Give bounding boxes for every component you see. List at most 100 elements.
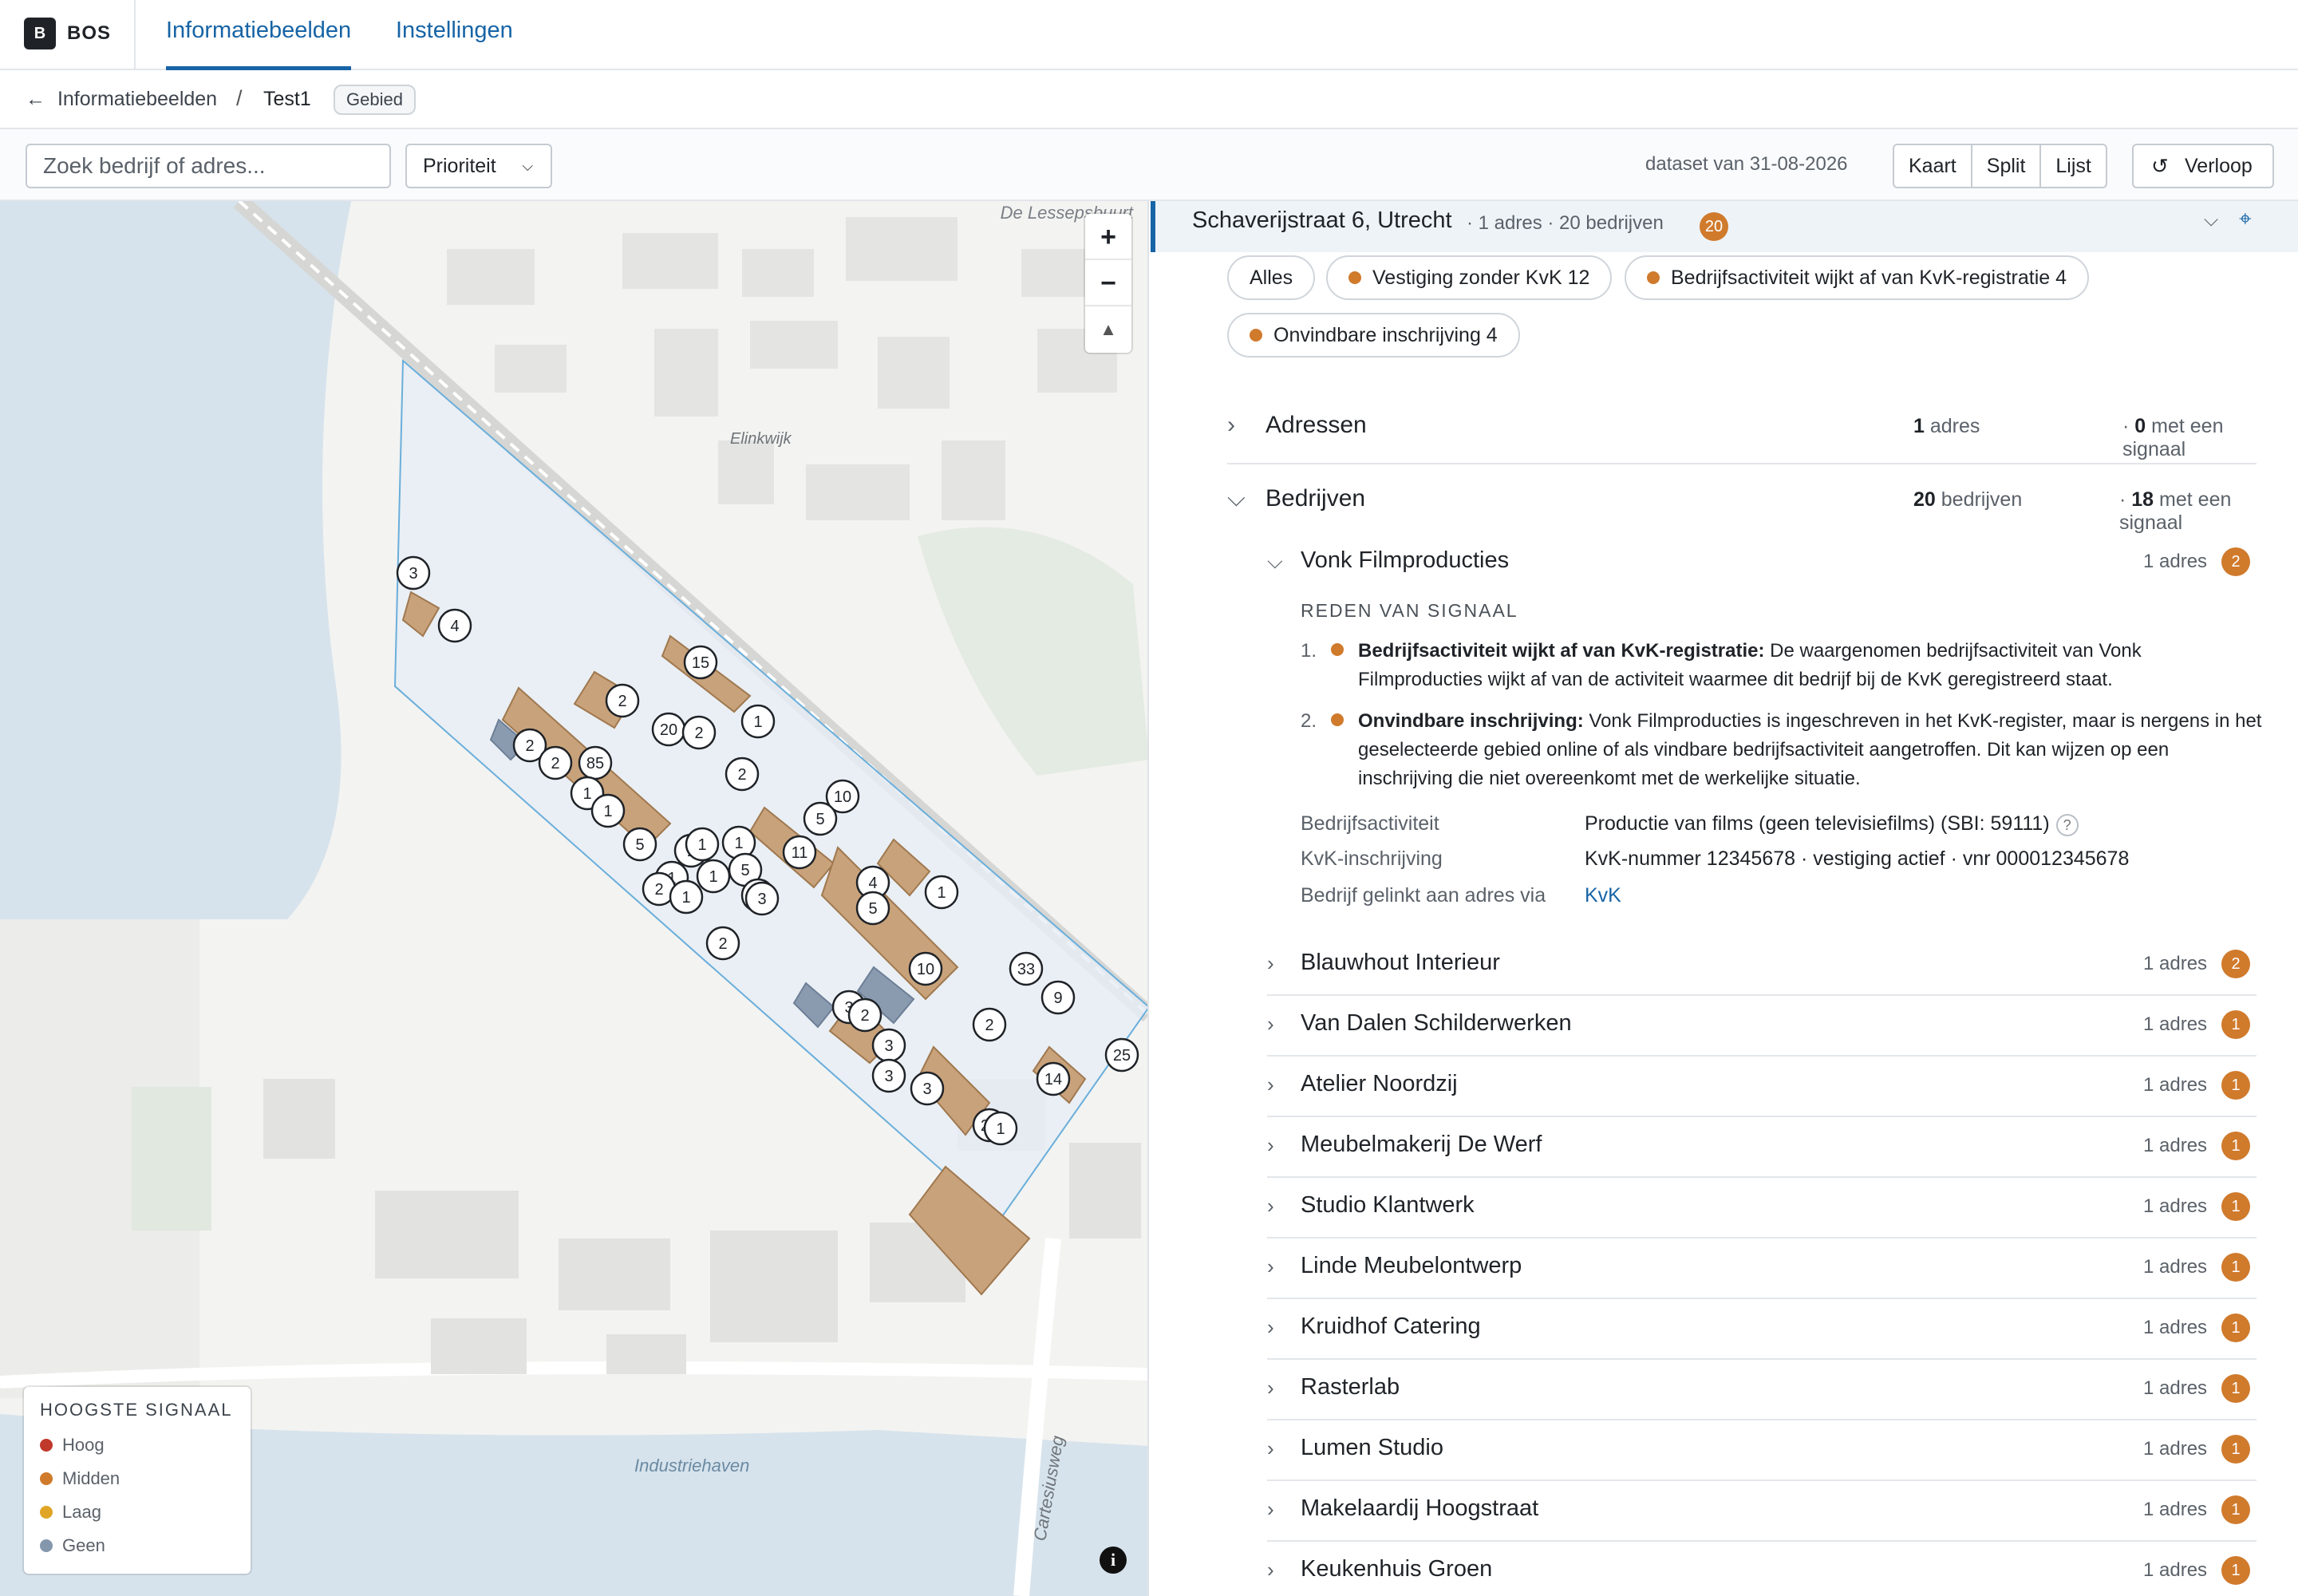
legend-label: Midden xyxy=(62,1468,120,1488)
company-row-expanded[interactable]: ⌵ Vonk Filmproducties 1 adres 2 xyxy=(1267,533,2257,594)
section-title: Bedrijven xyxy=(1265,485,1366,512)
company-name: Kruidhof Catering xyxy=(1301,1314,1481,1339)
map-marker-label: 1 xyxy=(937,884,946,902)
map-marker-label: 1 xyxy=(753,713,762,731)
breadcrumb-back-link[interactable]: ← Informatiebeelden xyxy=(26,88,217,111)
chevron-down-icon: ⌵ xyxy=(1227,485,1246,512)
type-badge: Gebied xyxy=(334,85,416,115)
breadcrumb-current: Test1 xyxy=(263,88,311,110)
company-address-count: 1 adres xyxy=(2143,953,2208,974)
field-label: KvK-inschrijving xyxy=(1301,847,1443,870)
company-name: Keukenhuis Groen xyxy=(1301,1556,1493,1582)
company-row[interactable]: › Van Dalen Schilderwerken 1 adres 1 xyxy=(1267,996,2257,1057)
tab-informatiebeelden[interactable]: Informatiebeelden xyxy=(166,18,352,70)
legend-item-hoog: Hoog xyxy=(40,1428,235,1462)
company-row[interactable]: › Meubelmakerij De Werf 1 adres 1 xyxy=(1267,1117,2257,1178)
map-marker-label: 1 xyxy=(697,836,706,854)
company-row[interactable]: › Linde Meubelontwerp 1 adres 1 xyxy=(1267,1238,2257,1299)
company-row[interactable]: › Blauwhout Interieur 1 adres 2 xyxy=(1267,935,2257,996)
map-marker-label: 3 xyxy=(409,565,417,583)
section-bedrijven[interactable]: ⌵ Bedrijven 20 bedrijven · 18 met een si… xyxy=(1227,466,2257,538)
address-meta: · 1 adres · 20 bedrijven xyxy=(1467,212,1664,234)
address-title: Schaverijstraat 6, Utrecht xyxy=(1192,207,1452,233)
company-name: Rasterlab xyxy=(1301,1374,1400,1400)
bos-logo: B xyxy=(24,18,56,49)
filter-chip-bedrijfsactiviteit[interactable]: Bedrijfsactiviteit wijkt af van KvK-regi… xyxy=(1625,255,2090,300)
map-view[interactable]: De Lessepsbuurt Elinkwijk Industriehaven… xyxy=(0,201,1149,1596)
zoom-out-button[interactable]: − xyxy=(1085,260,1131,306)
map-zoom-controls: + − ▲ xyxy=(1085,214,1131,353)
map-marker-label: 10 xyxy=(834,788,851,806)
map-pin-icon[interactable]: ⌖ xyxy=(2239,206,2252,232)
map-marker-label: 10 xyxy=(917,961,934,978)
view-kaart-button[interactable]: Kaart xyxy=(1894,145,1972,187)
map-marker-label: 3 xyxy=(884,1068,893,1085)
company-row[interactable]: › Makelaardij Hoogstraat 1 adres 1 xyxy=(1267,1481,2257,1542)
reason-item: 1. Bedrijfsactiviteit wijkt af van KvK-r… xyxy=(1301,637,2298,694)
top-navigation: B BOS Informatiebeelden Instellingen xyxy=(0,0,2298,70)
filter-chip-vestiging[interactable]: Vestiging zonder KvK 12 xyxy=(1326,255,1613,300)
filter-chip-alles[interactable]: Alles xyxy=(1227,255,1316,300)
company-row[interactable]: › Lumen Studio 1 adres 1 xyxy=(1267,1420,2257,1481)
legend-title: HOOGSTE SIGNAAL xyxy=(40,1400,233,1420)
company-row[interactable]: › Rasterlab 1 adres 1 xyxy=(1267,1360,2257,1420)
signal-count-badge: 1 xyxy=(2221,1071,2250,1100)
view-split-button[interactable]: Split xyxy=(1972,145,2042,187)
company-name: Atelier Noordzij xyxy=(1301,1071,1458,1096)
status-dot xyxy=(1331,713,1344,726)
legend-item-laag: Laag xyxy=(40,1495,235,1529)
legend-label: Geen xyxy=(62,1535,105,1555)
zoom-in-button[interactable]: + xyxy=(1085,214,1131,260)
filter-chip-onvindbaar[interactable]: Onvindbare inschrijving 4 xyxy=(1227,313,1520,358)
info-icon[interactable]: i xyxy=(1100,1547,1127,1574)
map-marker-label: 3 xyxy=(922,1080,931,1098)
company-row[interactable]: › Keukenhuis Groen 1 adres 1 xyxy=(1267,1542,2257,1596)
legend-item-geen: Geen xyxy=(40,1529,235,1562)
compass-button[interactable]: ▲ xyxy=(1085,306,1131,353)
map-marker-label: 4 xyxy=(868,875,877,892)
search-input[interactable] xyxy=(26,144,391,188)
company-row[interactable]: › Studio Klantwerk 1 adres 1 xyxy=(1267,1178,2257,1238)
section-adressen[interactable]: › Adressen 1 adres · 0 met een signaal xyxy=(1227,393,2257,464)
company-name: Studio Klantwerk xyxy=(1301,1192,1475,1218)
signal-count-badge: 1 xyxy=(2221,1556,2250,1585)
legend-dot xyxy=(40,1472,53,1485)
chevron-right-icon: › xyxy=(1267,1558,1274,1582)
legend-label: Laag xyxy=(62,1502,101,1522)
filter-chip-label: Bedrijfsactiviteit wijkt af van KvK-regi… xyxy=(1671,267,2067,289)
map-marker-label: 2 xyxy=(618,693,626,710)
chevron-down-icon[interactable]: ⌵ xyxy=(2204,209,2218,231)
map-marker-label: 2 xyxy=(737,766,746,784)
priority-dropdown[interactable]: Prioriteit ⌵ xyxy=(405,144,552,188)
history-button[interactable]: ↺ Verloop xyxy=(2132,144,2274,188)
map-marker-label: 25 xyxy=(1113,1047,1131,1065)
map-legend: HOOGSTE SIGNAAL Hoog Midden Laag Geen xyxy=(24,1387,251,1574)
map-marker-label: 1 xyxy=(734,835,743,852)
tab-instellingen[interactable]: Instellingen xyxy=(396,18,513,70)
company-name: Lumen Studio xyxy=(1301,1435,1443,1460)
history-label: Verloop xyxy=(2185,155,2253,177)
company-row[interactable]: › Kruidhof Catering 1 adres 1 xyxy=(1267,1299,2257,1360)
map-marker-label: 5 xyxy=(635,836,644,854)
company-address-count: 1 adres xyxy=(2143,1135,2208,1156)
signal-count-badge: 1 xyxy=(2221,1495,2250,1524)
filter-chip-label: Vestiging zonder KvK 12 xyxy=(1372,267,1590,289)
signal-count-badge: 2 xyxy=(2221,950,2250,978)
selected-address-header: Schaverijstraat 6, Utrecht · 1 adres · 2… xyxy=(1151,201,2298,252)
help-icon[interactable]: ? xyxy=(2055,814,2079,836)
chevron-right-icon: › xyxy=(1267,1376,1274,1400)
signal-count-badge: 1 xyxy=(2221,1132,2250,1160)
view-lijst-button[interactable]: Lijst xyxy=(2041,145,2105,187)
signal-count-badge: 1 xyxy=(2221,1010,2250,1039)
map-marker-label: 1 xyxy=(681,889,690,907)
view-switcher: Kaart Split Lijst xyxy=(1893,144,2107,188)
map-marker-label: 2 xyxy=(718,935,727,953)
map-marker-label: 1 xyxy=(603,803,612,820)
reason-number: 1. xyxy=(1301,640,1317,662)
reason-text: Onvindbare inschrijving: Vonk Filmproduc… xyxy=(1358,710,2262,789)
chevron-down-icon: ⌵ xyxy=(522,158,533,174)
company-row[interactable]: › Atelier Noordzij 1 adres 1 xyxy=(1267,1057,2257,1117)
kvk-link[interactable]: KvK xyxy=(1585,884,1621,907)
road-south xyxy=(0,1361,1147,1389)
map-marker-label: 5 xyxy=(740,862,749,879)
